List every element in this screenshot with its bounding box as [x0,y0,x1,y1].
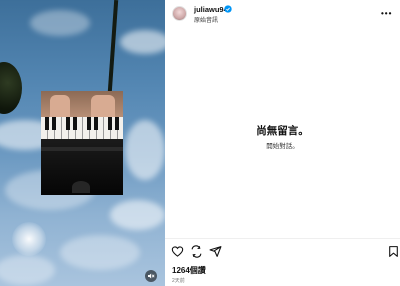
share-icon[interactable] [209,245,222,258]
muted-speaker-icon [148,273,155,279]
username-link[interactable]: juliawu94 [194,5,228,14]
post-timestamp[interactable]: 2天前 [172,277,185,284]
bookmark-icon[interactable] [387,245,400,258]
sun-glare [12,222,46,256]
cloud [60,235,140,270]
cloud [120,30,165,54]
cloud [0,255,55,285]
cloud [125,120,165,180]
no-comments-title: 尚無留言。 [256,125,309,137]
likes-count[interactable]: 1264個讚 [172,265,206,276]
piano-video-inset [41,91,123,195]
mute-button[interactable] [145,270,157,282]
more-options-icon[interactable]: ••• [381,9,392,18]
piano-black-keys [41,117,123,130]
divider [165,238,400,239]
verified-badge-icon [224,5,232,13]
avatar[interactable] [172,6,187,21]
piano-strip [41,147,123,151]
post-media[interactable] [0,0,165,286]
piano-pedal [72,181,90,193]
audio-label[interactable]: 原始音訊 [194,15,218,24]
heart-icon[interactable] [171,245,184,258]
cloud [30,10,90,36]
post-side-panel: juliawu94 原始音訊 ••• 尚無留言。 開始對話。 1264個讚 2天… [165,0,400,286]
branch-silhouette [107,0,119,93]
post-header: juliawu94 原始音訊 ••• [165,0,400,30]
cloud [110,200,165,230]
tree-silhouette [0,62,22,114]
comment-icon[interactable] [190,245,203,258]
start-conversation-text: 開始對話。 [266,143,299,150]
